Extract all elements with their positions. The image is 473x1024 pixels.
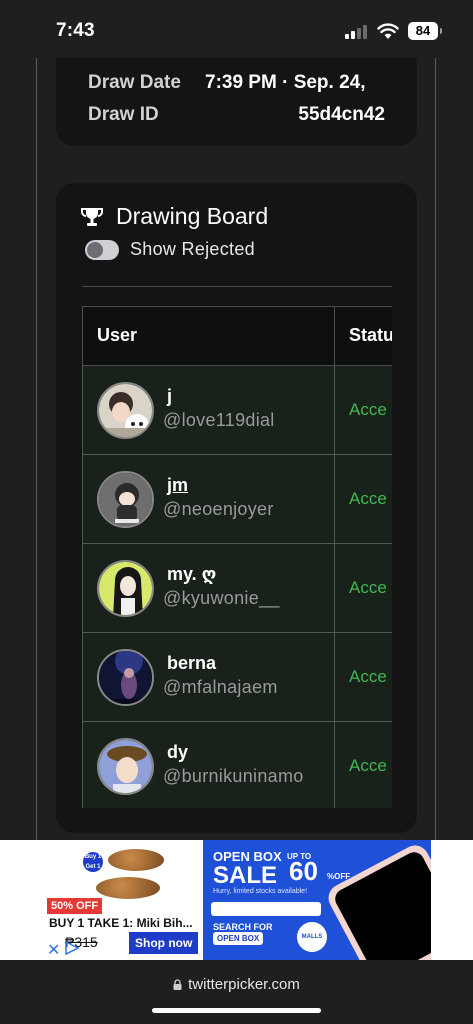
divider [82, 286, 392, 287]
participants-table[interactable]: User Statu j @love119dial Acce jm @neoen… [82, 306, 392, 808]
ad-title[interactable]: BUY 1 TAKE 1: Miki Bih... [49, 916, 193, 930]
close-icon[interactable]: ✕ [47, 940, 60, 960]
url-text: twitterpicker.com [188, 976, 300, 993]
user-name: dy [167, 742, 189, 762]
url-display[interactable]: twitterpicker.com [0, 976, 473, 993]
user-name: j [167, 386, 173, 406]
table-row[interactable]: j @love119dial Acce [82, 366, 392, 455]
status-badge: Acce [349, 489, 387, 508]
status-badge: Acce [349, 578, 387, 597]
ad-search-for: SEARCH FOR [213, 922, 273, 932]
user-handle[interactable]: @love119dial [163, 410, 275, 431]
board-title: Drawing Board [116, 203, 269, 229]
ad-headline-sale: SALE [213, 862, 278, 889]
drawing-board-card: Drawing Board Show Rejected User Statu j… [56, 183, 417, 833]
toggle-knob [87, 241, 103, 258]
draw-id-value: 55d4cn42 [298, 104, 385, 125]
status-bar: 7:43 84 [0, 0, 473, 58]
draw-date-value: 7:39 PM · Sep. 24, [205, 72, 366, 93]
shop-now-button[interactable]: Shop now [129, 932, 199, 954]
user-handle[interactable]: @neoenjoyer [163, 499, 274, 520]
wifi-icon [377, 23, 399, 39]
draw-date-label: Draw Date [88, 72, 181, 93]
status-badge: Acce [349, 400, 387, 419]
column-header-status[interactable]: Statu [349, 325, 392, 346]
browser-address-bar[interactable]: twitterpicker.com [0, 960, 473, 1024]
table-header: User Statu [82, 306, 392, 367]
draw-info-card: Draw Date 7:39 PM · Sep. 24, Draw ID 55d… [56, 58, 417, 146]
home-indicator[interactable] [152, 1008, 321, 1013]
cellular-signal-icon [345, 24, 369, 39]
avatar[interactable] [97, 382, 154, 439]
user-handle[interactable]: @kyuwonie__ [163, 588, 280, 609]
malls-logo: MALLS ONLINE [297, 922, 327, 952]
lock-icon [173, 979, 182, 990]
page-border-left [36, 58, 37, 840]
status-badge: Acce [349, 667, 387, 686]
board-header: Drawing Board [80, 203, 268, 230]
brand-logos [211, 902, 321, 916]
ad-openbox-panel[interactable]: OPEN BOX SALE UP TO 60 %OFF Hurry, limit… [203, 840, 431, 960]
trophy-icon [81, 207, 103, 226]
user-name: my. ღ [167, 564, 217, 584]
avatar[interactable] [97, 560, 154, 617]
phone-image [323, 840, 431, 960]
adchoices-icon[interactable] [63, 940, 81, 956]
promo-bubble: Buy 1 Get 1 [83, 852, 103, 872]
column-header-user[interactable]: User [97, 325, 137, 346]
ad-subtext: Hurry, limited stocks available! [213, 888, 308, 895]
web-page: Draw Date 7:39 PM · Sep. 24, Draw ID 55d… [0, 58, 473, 840]
clock: 7:43 [56, 20, 95, 41]
page-border-right [435, 58, 436, 840]
status-badge: Acce [349, 756, 387, 775]
avatar[interactable] [97, 649, 154, 706]
table-row[interactable]: my. ღ @kyuwonie__ Acce [82, 544, 392, 633]
discount-badge: 50% OFF [47, 898, 103, 914]
ad-banner[interactable]: Buy 1 Get 1 50% OFF BUY 1 TAKE 1: Miki B… [0, 840, 473, 960]
user-name: jm [167, 475, 189, 495]
draw-id-label: Draw ID [88, 104, 159, 125]
show-rejected-label: Show Rejected [130, 239, 255, 259]
user-name: berna [167, 653, 217, 673]
show-rejected-toggle[interactable] [85, 239, 119, 260]
ad-food-panel[interactable]: Buy 1 Get 1 50% OFF BUY 1 TAKE 1: Miki B… [43, 840, 203, 960]
ad-open-box-tag: OPEN BOX [213, 932, 264, 945]
battery-icon: 84 [408, 22, 442, 40]
food-image [105, 846, 167, 874]
table-row[interactable]: dy @burnikuninamo Acce [82, 722, 392, 808]
table-row[interactable]: jm @neoenjoyer Acce [82, 455, 392, 544]
user-handle[interactable]: @burnikuninamo [163, 766, 304, 787]
food-image [93, 874, 163, 902]
avatar[interactable] [97, 738, 154, 795]
avatar[interactable] [97, 471, 154, 528]
show-rejected-toggle-row[interactable]: Show Rejected [85, 239, 255, 260]
table-row[interactable]: berna @mfalnajaem Acce [82, 633, 392, 722]
user-handle[interactable]: @mfalnajaem [163, 677, 278, 698]
ad-percent: 60 [289, 856, 318, 886]
